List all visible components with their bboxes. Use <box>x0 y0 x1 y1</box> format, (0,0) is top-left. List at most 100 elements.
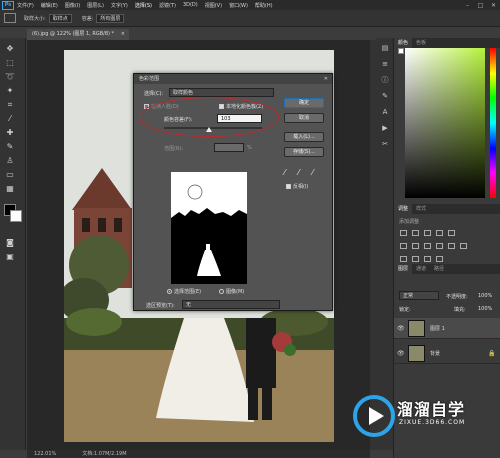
color-lookup-icon[interactable] <box>460 243 467 249</box>
close-icon[interactable]: ✕ <box>487 2 500 9</box>
menu-window[interactable]: 窗口(W) <box>229 2 248 9</box>
opacity-label: 不透明度: <box>446 294 468 300</box>
gradient-tool-icon[interactable]: ▦ <box>5 184 15 194</box>
marquee-tool-icon[interactable]: ⬚ <box>5 58 15 68</box>
healing-brush-icon[interactable]: ✚ <box>5 128 15 138</box>
character-icon[interactable]: A <box>381 108 389 116</box>
vibrance-icon[interactable] <box>448 230 455 236</box>
eye-icon[interactable]: 👁 <box>397 350 405 357</box>
tolerance-label: 容差: <box>81 15 94 22</box>
color-panel-tabs: 颜色 色板 <box>394 38 500 48</box>
history-icon[interactable]: ▤ <box>381 44 389 52</box>
close-tab-icon[interactable]: × <box>121 29 125 40</box>
menu-layer[interactable]: 图层(L) <box>87 2 104 9</box>
menu-select[interactable]: 选择(S) <box>135 2 152 9</box>
cancel-button[interactable]: 取消 <box>284 113 324 123</box>
menu-edit[interactable]: 编辑(E) <box>41 2 58 9</box>
brush-tool-icon[interactable]: ✎ <box>5 142 15 152</box>
tab-adjustments[interactable]: 调整 <box>394 204 413 214</box>
posterize-icon[interactable] <box>412 256 419 262</box>
document-tab[interactable]: (6).jpg @ 122% (图层 1, RGB/8) * × <box>27 29 129 40</box>
menu-image[interactable]: 图像(I) <box>65 2 80 9</box>
eye-icon[interactable]: 👁 <box>397 325 405 332</box>
menu-help[interactable]: 帮助(H) <box>255 2 273 9</box>
tab-color[interactable]: 颜色 <box>394 38 413 48</box>
black-white-icon[interactable] <box>424 243 431 249</box>
sample-layers-dropdown[interactable]: 所有图层 <box>96 13 125 23</box>
brightness-icon[interactable] <box>400 230 407 236</box>
opacity-value[interactable]: 100% <box>478 293 492 299</box>
lasso-tool-icon[interactable]: ➰ <box>5 72 15 82</box>
dialog-close-icon[interactable]: ✕ <box>324 74 328 84</box>
layer-row[interactable]: 👁 背景 🔒 <box>394 343 500 364</box>
brush-settings-icon[interactable]: ✎ <box>381 92 389 100</box>
eyedropper-minus-icon[interactable]: ⁄ <box>312 168 313 177</box>
menu-view[interactable]: 视图(V) <box>205 2 222 9</box>
actions-icon[interactable]: ▶ <box>381 124 389 132</box>
eyedropper-tool-icon[interactable] <box>4 13 16 23</box>
dialog-title: 色彩范围 <box>139 76 160 82</box>
color-picker-field[interactable] <box>405 48 485 198</box>
hue-saturation-icon[interactable] <box>400 243 407 249</box>
color-balance-icon[interactable] <box>412 243 419 249</box>
tab-paths[interactable]: 路径 <box>430 264 448 274</box>
window-controls: – □ ✕ <box>461 2 500 9</box>
eyedropper-icon[interactable]: ⁄ <box>284 168 285 177</box>
menu-file[interactable]: 文件(F) <box>17 2 34 9</box>
document-info: 文档:1.07M/2.19M <box>82 451 127 457</box>
exposure-icon[interactable] <box>436 230 443 236</box>
levels-icon[interactable] <box>412 230 419 236</box>
layer-name[interactable]: 背景 <box>430 350 440 357</box>
selection-mask-preview <box>171 172 247 284</box>
menu-3d[interactable]: 3D(D) <box>183 2 198 8</box>
menu-bar: Ps 文件(F) 编辑(E) 图像(I) 图层(L) 文字(Y) 选择(S) 滤… <box>0 0 500 10</box>
curves-icon[interactable] <box>424 230 431 236</box>
menu-filter[interactable]: 滤镜(T) <box>159 2 176 9</box>
zoom-readout[interactable]: 122.01% <box>34 450 56 458</box>
layer-row[interactable]: 👁 图层 1 <box>394 318 500 339</box>
foreground-color-swatch[interactable] <box>10 210 22 222</box>
tab-styles[interactable]: 样式 <box>412 204 430 214</box>
panel-foreground-swatch[interactable] <box>398 48 404 54</box>
watermark: 溜溜自学 ZIXUE.3D66.COM <box>352 392 477 440</box>
photo-filter-icon[interactable] <box>436 243 443 249</box>
channel-mixer-icon[interactable] <box>448 243 455 249</box>
crop-tool-icon[interactable]: ⌗ <box>5 100 15 110</box>
screen-mode-icon[interactable]: ▣ <box>5 252 15 262</box>
move-tool-icon[interactable]: ✥ <box>5 44 15 54</box>
image-radio[interactable] <box>219 289 224 294</box>
menu-type[interactable]: 文字(Y) <box>111 2 128 9</box>
properties-icon[interactable]: ≡ <box>381 60 389 68</box>
selection-preview[interactable] <box>171 172 247 284</box>
invert-checkbox[interactable] <box>286 184 291 189</box>
load-button[interactable]: 载入(L)... <box>284 132 324 142</box>
select-dropdown[interactable]: 取样颜色 <box>169 88 274 97</box>
maximize-icon[interactable]: □ <box>474 2 487 9</box>
fill-value[interactable]: 100% <box>478 306 492 312</box>
save-button[interactable]: 存储(S)... <box>284 147 324 157</box>
layer-name[interactable]: 图层 1 <box>430 325 445 332</box>
invert-adj-icon[interactable] <box>400 256 407 262</box>
selection-radio[interactable] <box>167 289 172 294</box>
minimize-icon[interactable]: – <box>461 2 474 9</box>
blend-mode-dropdown[interactable]: 正常 <box>399 291 439 300</box>
threshold-icon[interactable] <box>424 256 431 262</box>
eyedropper-plus-icon[interactable]: ⁄ <box>298 168 299 177</box>
tab-layers[interactable]: 图层 <box>394 264 413 274</box>
sample-size-dropdown[interactable]: 取样点 <box>48 13 72 23</box>
tab-swatches[interactable]: 色板 <box>412 38 430 48</box>
eraser-tool-icon[interactable]: ▭ <box>5 170 15 180</box>
selective-color-icon[interactable] <box>436 256 443 262</box>
hue-slider[interactable] <box>490 48 496 198</box>
tab-channels[interactable]: 通道 <box>412 264 430 274</box>
select-label: 选择(C): <box>144 91 164 97</box>
watermark-url: ZIXUE.3D66.COM <box>399 419 466 426</box>
info-icon[interactable]: ⓘ <box>381 76 389 84</box>
selection-preview-dropdown[interactable]: 无 <box>182 300 280 309</box>
magic-wand-tool-icon[interactable]: ✦ <box>5 86 15 96</box>
quick-mask-icon[interactable]: ◙ <box>5 238 15 248</box>
eyedropper-icon[interactable]: ⁄ <box>5 114 15 124</box>
ok-button[interactable]: 确定 <box>284 98 324 108</box>
clone-stamp-icon[interactable]: ♙ <box>5 156 15 166</box>
tool-presets-icon[interactable]: ✂ <box>381 140 389 148</box>
